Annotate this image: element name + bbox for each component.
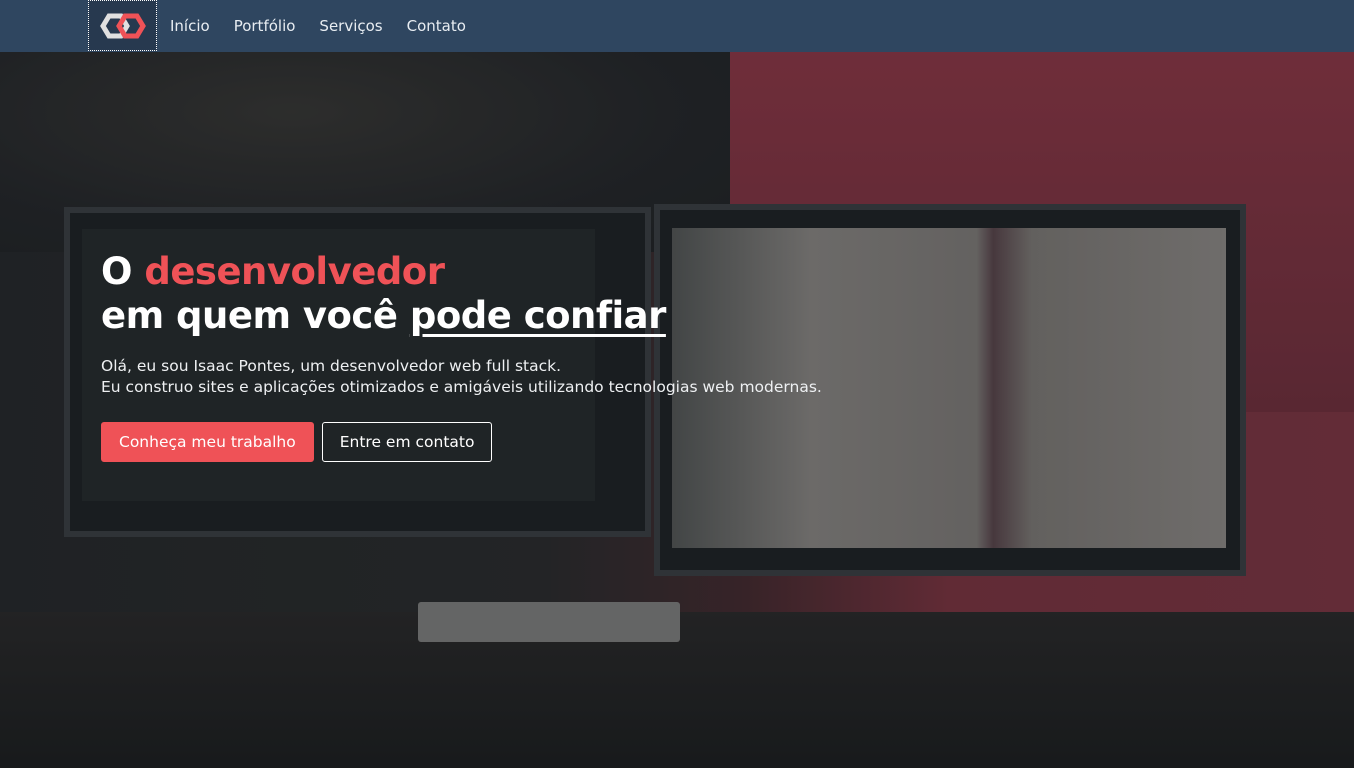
nav-item-inicio[interactable]: Início: [170, 17, 210, 35]
top-navbar: Início Portfólio Serviços Contato: [0, 0, 1354, 52]
intro-line1: Olá, eu sou Isaac Pontes, um desenvolved…: [101, 357, 562, 375]
title-line2: em quem você: [101, 294, 410, 337]
contact-button[interactable]: Entre em contato: [321, 422, 493, 462]
nav-item-contato[interactable]: Contato: [407, 17, 466, 35]
hero-title: O desenvolvedor em quem você pode confia…: [101, 250, 822, 338]
nav-item-portfolio[interactable]: Portfólio: [234, 17, 296, 35]
title-prefix: O: [101, 250, 145, 293]
logo-link[interactable]: [88, 0, 157, 51]
nav-item-servicos[interactable]: Serviços: [319, 17, 382, 35]
intro-line2: Eu construo sites e aplicações otimizado…: [101, 378, 822, 396]
title-accent: desenvolvedor: [144, 250, 445, 293]
hero-buttons: Conheça meu trabalho Entre em contato: [101, 422, 822, 462]
title-underlined: pode confiar: [409, 294, 667, 337]
nav-menu: Início Portfólio Serviços Contato: [170, 0, 466, 52]
see-work-button[interactable]: Conheça meu trabalho: [101, 422, 314, 462]
hero-content: O desenvolvedor em quem você pode confia…: [101, 250, 822, 462]
hero-intro: Olá, eu sou Isaac Pontes, um desenvolved…: [101, 356, 822, 398]
linked-hexagons-logo-icon: [99, 13, 146, 38]
